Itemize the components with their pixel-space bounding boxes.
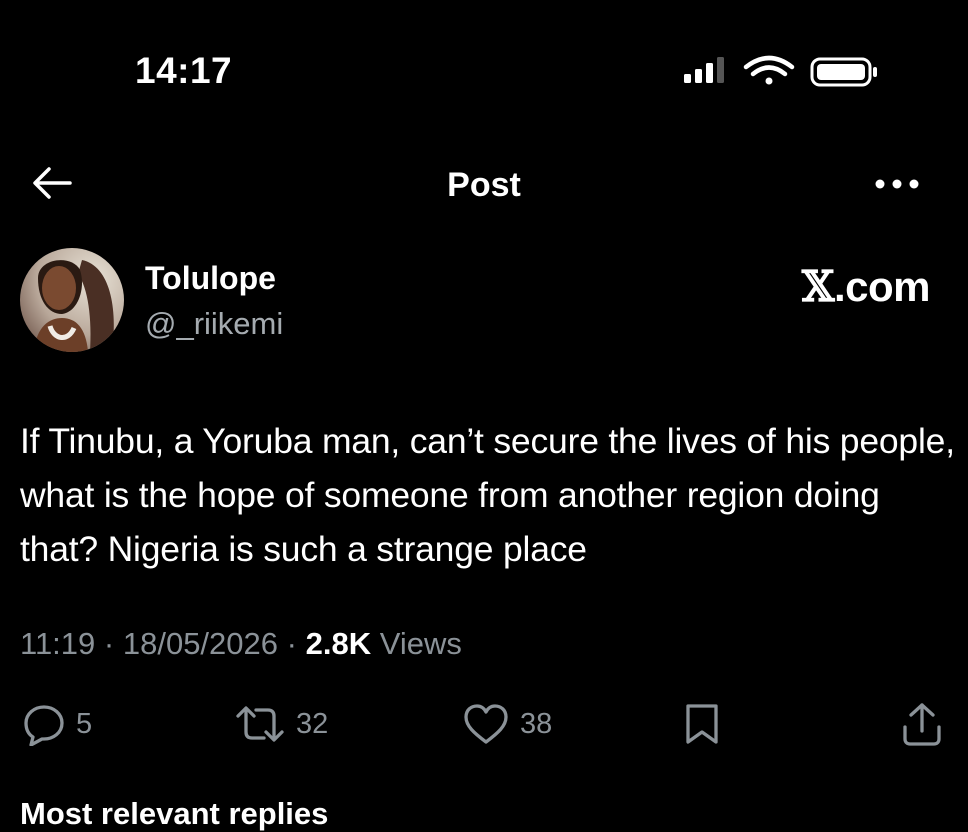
- reply-button[interactable]: 5: [22, 698, 92, 750]
- x-logo-glyph: 𝕏: [801, 262, 835, 311]
- like-count: 38: [520, 707, 553, 740]
- page-title: Post: [447, 166, 521, 204]
- heart-icon: [464, 704, 508, 744]
- like-button[interactable]: 38: [462, 698, 552, 750]
- post-meta: 11:19 · 18/05/2026 · 2.8K Views: [20, 626, 462, 662]
- battery-icon: [810, 57, 877, 87]
- cellular-signal-icon: [684, 57, 724, 83]
- wifi-icon: [743, 55, 795, 85]
- reply-count: 5: [76, 707, 93, 740]
- post-date: 18/05/2026: [122, 626, 279, 661]
- meta-separator: ·: [286, 626, 297, 661]
- repost-count: 32: [296, 707, 329, 740]
- reply-icon: [24, 705, 64, 746]
- meta-separator: ·: [103, 626, 115, 661]
- bookmark-button[interactable]: [682, 698, 722, 750]
- post-text: If Tinubu, a Yoruba man, can’t secure th…: [20, 421, 955, 569]
- repost-icon: [236, 706, 284, 742]
- status-time: 14:17: [135, 50, 233, 91]
- status-icons: [684, 52, 884, 92]
- replies-sort-label[interactable]: Most relevant replies: [20, 796, 328, 832]
- share-button[interactable]: [900, 698, 944, 750]
- bookmark-icon: [686, 704, 718, 744]
- watermark-domain: .com: [833, 263, 931, 310]
- more-options-button[interactable]: [872, 172, 922, 196]
- share-icon: [903, 703, 941, 746]
- repost-button[interactable]: 32: [234, 698, 328, 750]
- more-horizontal-icon: [875, 179, 919, 189]
- views-label: Views: [379, 626, 462, 661]
- x-watermark: 𝕏.com: [801, 262, 931, 311]
- author-name[interactable]: Tolulope: [145, 260, 276, 297]
- avatar[interactable]: [20, 248, 124, 352]
- post-time: 11:19: [20, 626, 96, 661]
- views-count[interactable]: 2.8K: [306, 626, 371, 661]
- author-handle[interactable]: @_riikemi: [145, 306, 283, 342]
